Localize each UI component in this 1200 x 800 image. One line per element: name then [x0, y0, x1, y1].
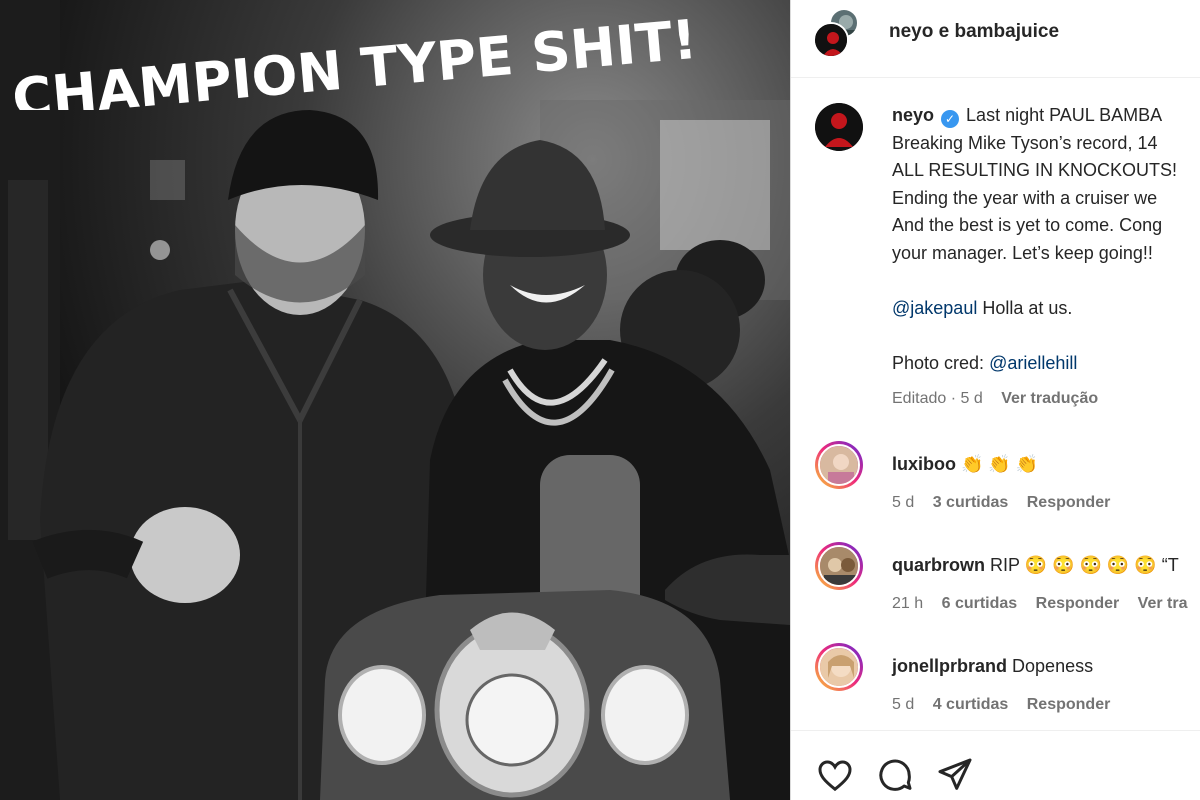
- comment-avatar-luxiboo[interactable]: [815, 441, 863, 489]
- share-icon[interactable]: [935, 755, 975, 795]
- comment-time: 5 d: [892, 493, 915, 511]
- comment-time: 5 d: [892, 695, 915, 713]
- mention-jakepaul[interactable]: @jakepaul: [892, 298, 977, 318]
- caption-line-5: And the best is yet to come. Cong: [892, 215, 1163, 235]
- heart-icon[interactable]: [815, 755, 855, 795]
- caption-body: neyo ✓ Last night PAUL BAMBA Breaking Mi…: [892, 102, 1200, 413]
- caption-username[interactable]: neyo: [892, 105, 934, 125]
- championship-belt: [320, 590, 730, 800]
- post-header: neyo e bambajuice: [791, 0, 1200, 78]
- photo-illustration: [0, 0, 790, 800]
- post-photo[interactable]: CHAMPION TYPE SHIT!!: [0, 0, 790, 800]
- caption-line-4: Ending the year with a cruiser we: [892, 187, 1158, 208]
- comment-username[interactable]: jonellprbrand: [892, 656, 1007, 676]
- post-author-names[interactable]: neyo e bambajuice: [889, 21, 1059, 43]
- mention-ariellehill[interactable]: @ariellehill: [989, 353, 1077, 373]
- caption-line-6: your manager. Let’s keep going!!: [892, 242, 1153, 263]
- caption-edited-time: Editado · 5 d: [892, 390, 983, 407]
- comments-scroll-area[interactable]: neyo ✓ Last night PAUL BAMBA Breaking Mi…: [791, 79, 1200, 730]
- post-sidebar: neyo e bambajuice neyo ✓ Last night PAUL…: [790, 0, 1200, 800]
- comment-text: RIP 😳 😳 😳 😳 😳 “T: [990, 555, 1179, 575]
- comment-likes[interactable]: 3 curtidas: [933, 494, 1009, 511]
- credit-text: Photo cred:: [892, 352, 990, 373]
- comment-username[interactable]: quarbrown: [892, 555, 985, 575]
- caption-line-1: Last night PAUL BAMBA: [966, 105, 1163, 125]
- photo-overlay-text-svg: CHAMPION TYPE SHIT!!: [10, 6, 700, 110]
- comment-text: Dopeness: [1012, 656, 1094, 676]
- comment-avatar-quarbrown[interactable]: [815, 542, 863, 590]
- comment-text: 👏 👏 👏: [961, 454, 1039, 474]
- comment-time: 21 h: [892, 594, 924, 612]
- caption-line-2: Breaking Mike Tyson’s record, 14: [892, 132, 1158, 153]
- verified-badge-icon: ✓: [941, 110, 960, 128]
- comment-likes[interactable]: 6 curtidas: [942, 595, 1018, 612]
- comment-avatar-jonellprbrand[interactable]: [815, 643, 863, 691]
- avatar-neyo[interactable]: [813, 22, 849, 58]
- reply-button[interactable]: Responder: [1036, 595, 1120, 612]
- comment-icon[interactable]: [875, 755, 915, 795]
- reply-button[interactable]: Responder: [1027, 696, 1111, 713]
- photo-overlay-text: CHAMPION TYPE SHIT!!: [10, 6, 700, 110]
- comment-likes[interactable]: 4 curtidas: [933, 696, 1009, 713]
- see-translation-link[interactable]: Ver tra: [1138, 595, 1188, 612]
- post-actions-bar: [791, 730, 1200, 800]
- mention-line-text: Holla at us.: [977, 297, 1073, 318]
- caption-avatar[interactable]: [815, 103, 863, 151]
- comment-username[interactable]: luxiboo: [892, 454, 956, 474]
- caption-line-3: ALL RESULTING IN KNOCKOUTS!: [892, 160, 1178, 180]
- reply-button[interactable]: Responder: [1027, 494, 1111, 511]
- collab-avatars[interactable]: [813, 8, 859, 60]
- caption-meta: Editado · 5 d Ver tradução: [892, 385, 1200, 413]
- see-translation-link[interactable]: Ver tradução: [1001, 390, 1098, 407]
